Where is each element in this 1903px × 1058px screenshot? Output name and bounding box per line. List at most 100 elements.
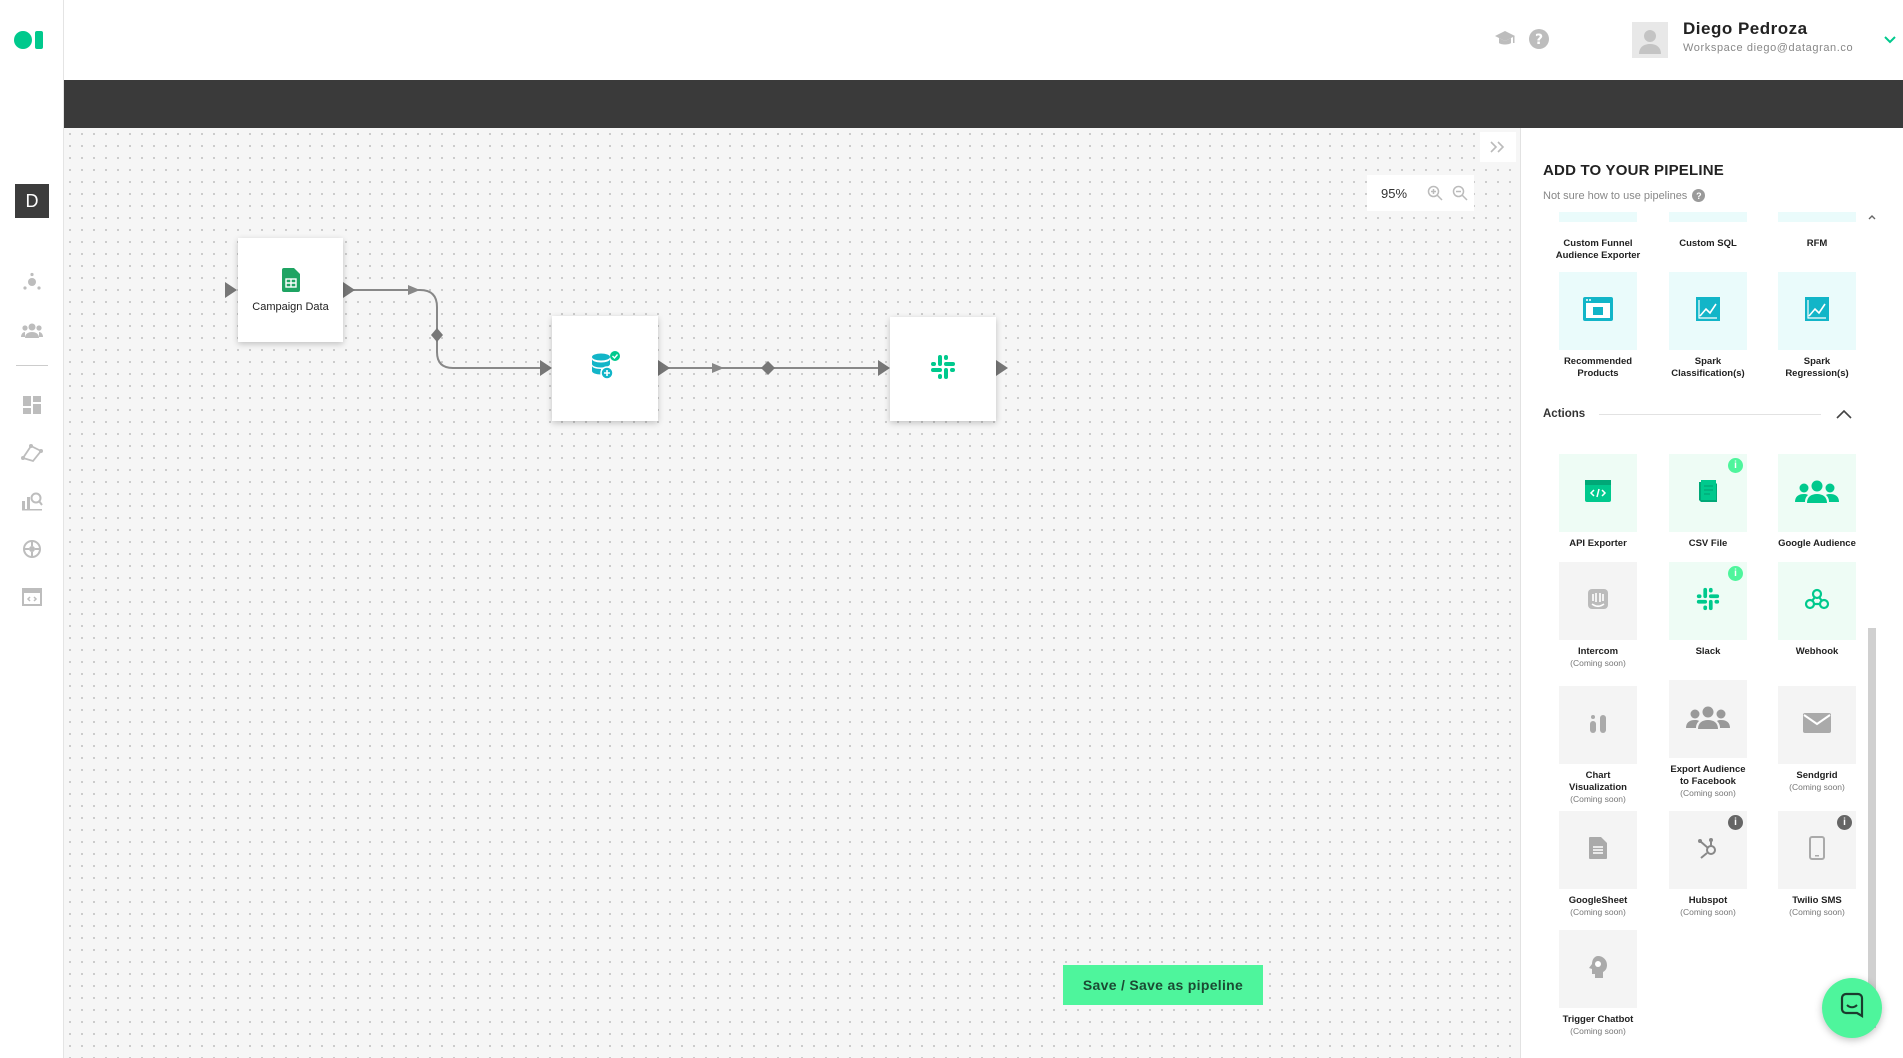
scrollbar-thumb[interactable] (1868, 628, 1876, 1028)
csv-file-icon (1696, 478, 1720, 509)
integrations-icon[interactable] (20, 537, 44, 561)
model-spark-classification[interactable]: Spark Classification(s) (1666, 272, 1750, 380)
tile-sub: (Coming soon) (1789, 782, 1845, 792)
action-webhook[interactable]: Webhook (1775, 562, 1859, 658)
graduation-cap-icon[interactable] (1494, 28, 1516, 50)
info-badge[interactable]: i (1728, 458, 1743, 473)
slack-icon (929, 353, 957, 386)
action-chart-visualization[interactable]: Chart Visualization (Coming soon) (1556, 686, 1640, 805)
workspace-avatar[interactable]: D (15, 184, 49, 218)
tile-label: Recommended Products (1563, 356, 1633, 379)
api-exporter-icon (1584, 479, 1612, 508)
help-icon[interactable]: ? (1528, 28, 1550, 50)
tile-label: Trigger Chatbot (1562, 1014, 1634, 1025)
zoom-out-icon[interactable] (1449, 182, 1471, 204)
model-label[interactable]: Custom Funnel Audience Exporter (1553, 238, 1643, 262)
zoom-controls: 95% (1367, 175, 1474, 211)
facebook-audience-icon (1686, 705, 1730, 734)
tile-label: API Exporter (1569, 538, 1627, 549)
action-hubspot[interactable]: i Hubspot (Coming soon) (1666, 811, 1750, 918)
tile-sub: (Coming soon) (1789, 907, 1845, 917)
spark-classification-icon (1695, 296, 1721, 327)
chat-support-button[interactable] (1822, 978, 1882, 1038)
tile-label: Hubspot (1688, 895, 1728, 906)
user-workspace: Workspace diego@datagran.co (1683, 42, 1854, 54)
left-rail: D (0, 0, 64, 1058)
analytics-icon[interactable] (20, 489, 44, 513)
tile-label: Google Audience (1778, 538, 1856, 549)
google-sheet-icon (1588, 836, 1608, 865)
rail-divider (16, 365, 48, 366)
spark-regression-icon (1804, 296, 1830, 327)
tile-label: Spark Classification(s) (1671, 356, 1745, 379)
info-badge[interactable]: i (1728, 815, 1743, 830)
action-googlesheet[interactable]: GoogleSheet (Coming soon) (1556, 811, 1640, 918)
action-intercom[interactable]: Intercom (Coming soon) (1556, 562, 1640, 669)
model-recommended-products[interactable]: Recommended Products (1556, 272, 1640, 380)
database-add-icon (589, 350, 621, 387)
chevron-up-icon[interactable] (1835, 408, 1853, 420)
toolbar-bar (64, 80, 1903, 128)
top-header: ? Diego Pedroza Workspace diego@datagran… (64, 0, 1903, 80)
recommended-products-icon (1582, 296, 1614, 327)
tile-label: CSV File (1688, 538, 1728, 549)
help-text: Not sure how to use pipelines (1543, 189, 1688, 202)
datagran-logo[interactable] (14, 30, 46, 50)
info-badge[interactable]: i (1728, 566, 1743, 581)
action-trigger-chatbot[interactable]: Trigger Chatbot (Coming soon) (1556, 930, 1640, 1037)
panel-title: ADD TO YOUR PIPELINE (1543, 162, 1724, 179)
action-sendgrid[interactable]: Sendgrid (Coming soon) (1775, 686, 1859, 793)
slack-icon (1695, 586, 1721, 617)
action-csv-file[interactable]: i CSV File (1666, 454, 1750, 550)
intercom-icon (1587, 588, 1609, 615)
chat-icon (1838, 992, 1866, 1025)
pipeline-help-link[interactable]: Not sure how to use pipelines ? (1543, 189, 1706, 202)
node-data-transform[interactable] (552, 316, 658, 421)
hubspot-icon (1696, 836, 1720, 865)
tile-sub: (Coming soon) (1570, 1026, 1626, 1036)
add-to-pipeline-panel: ADD TO YOUR PIPELINE Not sure how to use… (1520, 128, 1903, 1058)
tile-sub: (Coming soon) (1570, 907, 1626, 917)
tile-label: Twilio SMS (1792, 895, 1842, 906)
action-slack[interactable]: i Slack (1666, 562, 1750, 658)
node-label: Campaign Data (252, 300, 329, 313)
actions-section-header[interactable]: Actions (1543, 408, 1853, 420)
collapse-panel-button[interactable] (1480, 132, 1516, 162)
zoom-level: 95% (1381, 185, 1408, 201)
actions-title: Actions (1543, 408, 1586, 420)
tile-sub: (Coming soon) (1680, 788, 1736, 798)
users-icon[interactable] (20, 318, 44, 342)
action-google-audience[interactable]: Google Audience (1775, 454, 1859, 550)
action-twilio-sms[interactable]: i Twilio SMS (Coming soon) (1775, 811, 1859, 918)
help-icon: ? (1692, 189, 1706, 202)
action-api-exporter[interactable]: API Exporter (1556, 454, 1640, 550)
tile-label: Chart Visualization (1569, 770, 1627, 793)
tile-label: Sendgrid (1796, 770, 1838, 781)
pipelines-icon[interactable] (20, 585, 44, 609)
tile-label: Export Audience to Facebook (1670, 764, 1746, 787)
tile-label: Intercom (1577, 646, 1619, 657)
dashboard-icon[interactable] (20, 393, 44, 417)
node-slack-output[interactable] (890, 317, 996, 421)
models-icon[interactable] (20, 441, 44, 465)
save-pipeline-button[interactable]: Save / Save as pipeline (1063, 965, 1263, 1005)
tile-label: Webhook (1795, 646, 1839, 657)
user-avatar[interactable] (1632, 22, 1668, 58)
network-icon[interactable] (20, 270, 44, 294)
tile-sub: (Coming soon) (1680, 907, 1736, 917)
tile-label: Spark Regression(s) (1785, 356, 1849, 379)
model-spark-regression[interactable]: Spark Regression(s) (1775, 272, 1859, 380)
info-badge[interactable]: i (1837, 815, 1852, 830)
user-name: Diego Pedroza (1683, 19, 1808, 38)
zoom-in-icon[interactable] (1425, 182, 1447, 204)
chevron-down-icon[interactable] (1882, 33, 1898, 45)
chart-visualization-icon (1586, 711, 1610, 740)
tile-sub: (Coming soon) (1570, 794, 1626, 804)
trigger-chatbot-icon (1587, 955, 1609, 984)
model-label[interactable]: Custom SQL (1663, 238, 1753, 250)
tile-sub: (Coming soon) (1570, 658, 1626, 668)
action-export-audience-facebook[interactable]: Export Audience to Facebook (Coming soon… (1666, 680, 1750, 799)
svg-text:?: ? (1535, 32, 1543, 48)
model-label[interactable]: RFM (1772, 238, 1862, 250)
node-campaign-data[interactable]: Campaign Data (238, 238, 343, 342)
